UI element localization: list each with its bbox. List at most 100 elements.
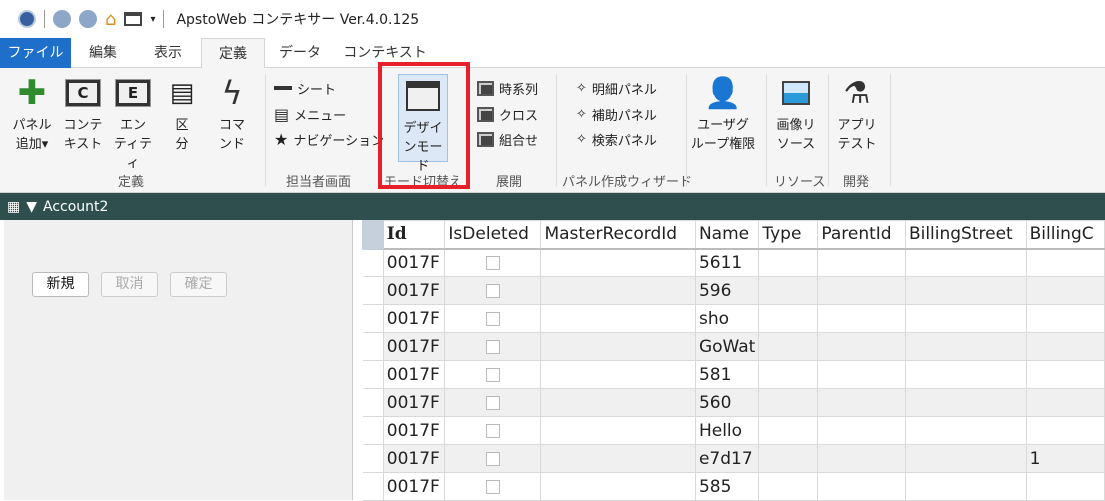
- row-header[interactable]: [362, 304, 384, 333]
- cell-type[interactable]: [758, 416, 819, 445]
- cell-parentid[interactable]: [817, 360, 906, 389]
- entity-button[interactable]: E エン ティティ: [110, 76, 156, 173]
- row-header[interactable]: [362, 248, 384, 277]
- sheet-button[interactable]: シート: [274, 77, 336, 99]
- table-row[interactable]: 0017F Hello: [362, 416, 1105, 445]
- table-row[interactable]: 0017F GoWat: [362, 332, 1105, 361]
- cell-billingstreet[interactable]: [904, 444, 1027, 473]
- cell-billingstreet[interactable]: [904, 472, 1027, 501]
- column-header-name[interactable]: Name: [694, 220, 760, 250]
- tab-edit[interactable]: 編集: [75, 38, 131, 68]
- row-header[interactable]: [362, 360, 384, 389]
- home-icon[interactable]: ⌂: [105, 9, 116, 30]
- menu-button[interactable]: ▤ メニュー: [274, 103, 346, 125]
- cell-name[interactable]: 581: [694, 360, 760, 389]
- cell-isdeleted[interactable]: [444, 444, 542, 473]
- cell-billingc[interactable]: [1025, 360, 1105, 389]
- cell-billingstreet[interactable]: [904, 332, 1027, 361]
- tab-file[interactable]: ファイル: [0, 38, 71, 68]
- cell-masterrecordid[interactable]: [540, 304, 696, 333]
- search-panel-button[interactable]: ✧ 検索パネル: [576, 128, 657, 150]
- cell-billingstreet[interactable]: [904, 360, 1027, 389]
- cell-type[interactable]: [758, 444, 819, 473]
- cell-type[interactable]: [758, 472, 819, 501]
- column-header-isdeleted[interactable]: IsDeleted: [444, 220, 542, 250]
- cell-isdeleted[interactable]: [444, 360, 542, 389]
- cell-name[interactable]: 596: [694, 276, 760, 305]
- filter-icon[interactable]: ▼: [26, 199, 37, 215]
- cell-parentid[interactable]: [817, 248, 906, 277]
- cell-masterrecordid[interactable]: [540, 360, 696, 389]
- table-row[interactable]: 0017F 5611: [362, 248, 1105, 277]
- cell-type[interactable]: [758, 276, 819, 305]
- command-button[interactable]: ϟ コマ ンド: [212, 76, 252, 154]
- row-header[interactable]: [362, 332, 384, 361]
- cell-billingc[interactable]: 1: [1025, 444, 1105, 473]
- cell-id[interactable]: 0017F: [382, 360, 446, 389]
- quick-access-dropdown-icon[interactable]: ▾: [150, 14, 155, 25]
- cell-masterrecordid[interactable]: [540, 472, 696, 501]
- cell-billingc[interactable]: [1025, 416, 1105, 445]
- cell-billingc[interactable]: [1025, 332, 1105, 361]
- context-button[interactable]: C コンテ キスト: [60, 76, 106, 154]
- combo-button[interactable]: 組合せ: [477, 128, 538, 150]
- forward-icon[interactable]: [79, 10, 97, 28]
- new-button[interactable]: 新規: [32, 272, 89, 297]
- row-header[interactable]: [362, 416, 384, 445]
- detail-panel-button[interactable]: ✧ 明細パネル: [576, 77, 657, 99]
- cell-isdeleted[interactable]: [444, 304, 542, 333]
- select-all-corner[interactable]: [362, 220, 384, 250]
- cell-name[interactable]: sho: [694, 304, 760, 333]
- user-group-permission-button[interactable]: 👤 ユーザグ ループ権限: [690, 76, 756, 154]
- image-resource-button[interactable]: 画像リ ソース: [772, 76, 820, 154]
- cell-masterrecordid[interactable]: [540, 276, 696, 305]
- aux-panel-button[interactable]: ✧ 補助パネル: [576, 103, 657, 125]
- checkbox[interactable]: [485, 255, 500, 270]
- table-row[interactable]: 0017F 585: [362, 472, 1105, 501]
- app-test-button[interactable]: ⚗ アプリ テスト: [834, 76, 880, 154]
- cell-type[interactable]: [758, 332, 819, 361]
- cell-parentid[interactable]: [817, 304, 906, 333]
- cell-id[interactable]: 0017F: [382, 444, 446, 473]
- cell-type[interactable]: [758, 248, 819, 277]
- cell-isdeleted[interactable]: [444, 248, 542, 277]
- cell-billingc[interactable]: [1025, 248, 1105, 277]
- column-header-billingc[interactable]: BillingC: [1025, 220, 1105, 250]
- tab-data[interactable]: データ: [270, 38, 330, 68]
- cell-isdeleted[interactable]: [444, 416, 542, 445]
- cell-masterrecordid[interactable]: [540, 332, 696, 361]
- checkbox[interactable]: [485, 423, 500, 438]
- table-row[interactable]: 0017F e7d17 1: [362, 444, 1105, 473]
- table-row[interactable]: 0017F 560: [362, 388, 1105, 417]
- tab-view[interactable]: 表示: [140, 38, 196, 68]
- cell-parentid[interactable]: [817, 416, 906, 445]
- cell-parentid[interactable]: [817, 472, 906, 501]
- column-header-billingstreet[interactable]: BillingStreet: [904, 220, 1027, 250]
- row-header[interactable]: [362, 472, 384, 501]
- panel-add-button[interactable]: ✚ パネル 追加▾: [8, 76, 56, 154]
- cell-billingstreet[interactable]: [904, 388, 1027, 417]
- cell-id[interactable]: 0017F: [382, 388, 446, 417]
- confirm-button[interactable]: 確定: [170, 272, 227, 297]
- cell-billingc[interactable]: [1025, 304, 1105, 333]
- cell-type[interactable]: [758, 304, 819, 333]
- column-header-type[interactable]: Type: [758, 220, 819, 250]
- cell-name[interactable]: Hello: [694, 416, 760, 445]
- checkbox[interactable]: [485, 479, 500, 494]
- cell-id[interactable]: 0017F: [382, 332, 446, 361]
- cell-billingstreet[interactable]: [904, 416, 1027, 445]
- cell-name[interactable]: e7d17: [694, 444, 760, 473]
- checkbox[interactable]: [485, 395, 500, 410]
- cell-id[interactable]: 0017F: [382, 276, 446, 305]
- cell-id[interactable]: 0017F: [382, 304, 446, 333]
- checkbox[interactable]: [485, 283, 500, 298]
- cell-parentid[interactable]: [817, 332, 906, 361]
- checkbox[interactable]: [485, 367, 500, 382]
- row-header[interactable]: [362, 276, 384, 305]
- navigation-button[interactable]: ★ ナビゲーション: [274, 128, 384, 150]
- tab-definition[interactable]: 定義: [201, 38, 265, 69]
- cell-parentid[interactable]: [817, 444, 906, 473]
- column-header-masterrecordid[interactable]: MasterRecordId: [540, 220, 696, 250]
- timeseries-button[interactable]: 時系列: [477, 77, 538, 99]
- row-header[interactable]: [362, 388, 384, 417]
